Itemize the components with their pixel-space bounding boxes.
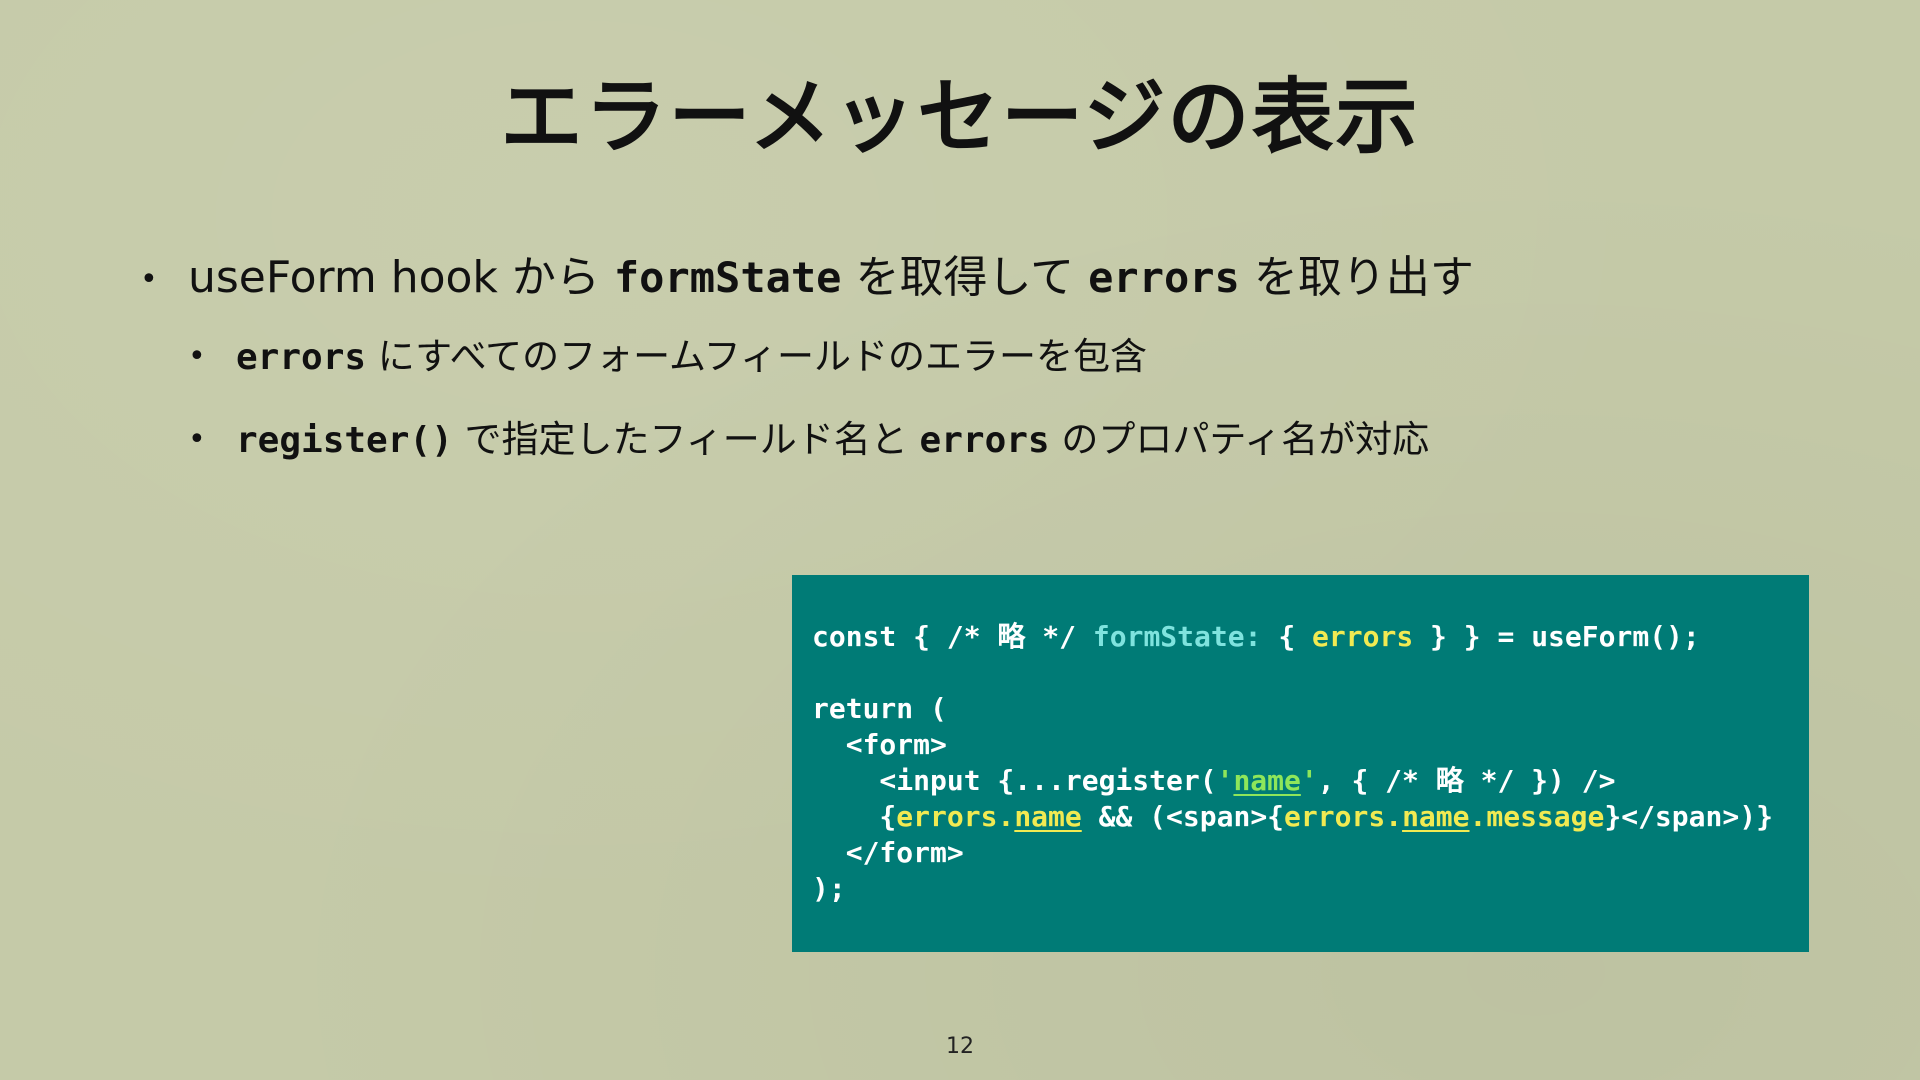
code-token: , { /* 略 */ }) />	[1317, 764, 1616, 797]
code-line: <form>	[812, 728, 947, 761]
code-token-variable: name	[1402, 800, 1470, 833]
code-token: <input {...register(	[812, 764, 1217, 797]
code-token-variable: .message	[1469, 800, 1605, 833]
inline-code: errors	[236, 337, 367, 378]
page-number: 12	[946, 1034, 974, 1059]
bullet-text: を取得して	[841, 252, 1089, 303]
inline-code: formState	[613, 253, 842, 302]
code-token-string: '	[1216, 764, 1234, 797]
bullet-dot-icon: •	[188, 339, 206, 374]
bullet-dot-icon: •	[140, 262, 158, 297]
bullet-sub-errors: • errors にすべてのフォームフィールドのエラーを包含	[140, 327, 1780, 388]
code-line: <input {...register('name', { /* 略 */ })…	[812, 764, 1615, 797]
bullet-dot-icon: •	[188, 422, 206, 457]
inline-code: register()	[236, 420, 453, 461]
bullet-main: • useForm hook から formState を取得して errors…	[140, 245, 1780, 311]
slide-title: エラーメッセージの表示	[500, 70, 1420, 165]
bullet-text: useForm hook から	[188, 252, 614, 303]
code-listing: const { /* 略 */ formState: { errors } } …	[812, 619, 1809, 907]
bullet-list: • useForm hook から formState を取得して errors…	[140, 245, 1780, 471]
code-token-string: name	[1233, 764, 1301, 797]
bullet-text: にすべてのフォームフィールドのエラーを包含	[366, 335, 1148, 378]
code-line: {errors.name && (<span>{errors.name.mess…	[812, 800, 1773, 833]
code-token-string: '	[1300, 764, 1318, 797]
code-line: return (	[812, 692, 947, 725]
code-token: {	[1278, 620, 1313, 653]
code-token-variable: errors.	[1284, 800, 1403, 833]
bullet-text: のプロパティ名が対応	[1049, 418, 1430, 461]
code-token-variable: errors	[1312, 620, 1414, 653]
slide: エラーメッセージの表示 • useForm hook から formState …	[0, 0, 1920, 1080]
code-line: const { /* 略 */ formState: { errors } } …	[812, 620, 1700, 653]
inline-code: errors	[1088, 253, 1240, 302]
bullet-text: を取り出す	[1239, 252, 1474, 303]
code-token: && (<span>{	[1081, 800, 1285, 833]
code-token: }</span>)}	[1604, 800, 1773, 833]
bullet-sub-register: • register() で指定したフィールド名と errors のプロパティ名…	[140, 410, 1780, 471]
code-token-property: formState:	[1092, 620, 1279, 653]
code-line: );	[812, 872, 846, 905]
code-token: {	[812, 800, 897, 833]
code-token: } } = useForm();	[1413, 620, 1700, 653]
code-token-variable: errors.	[896, 800, 1015, 833]
bullet-text: で指定したフィールド名と	[452, 418, 920, 461]
inline-code: errors	[919, 420, 1050, 461]
code-token: const { /* 略 */	[812, 620, 1093, 653]
code-line: </form>	[812, 836, 964, 869]
code-token-variable: name	[1014, 800, 1082, 833]
code-block: const { /* 略 */ formState: { errors } } …	[792, 575, 1809, 952]
